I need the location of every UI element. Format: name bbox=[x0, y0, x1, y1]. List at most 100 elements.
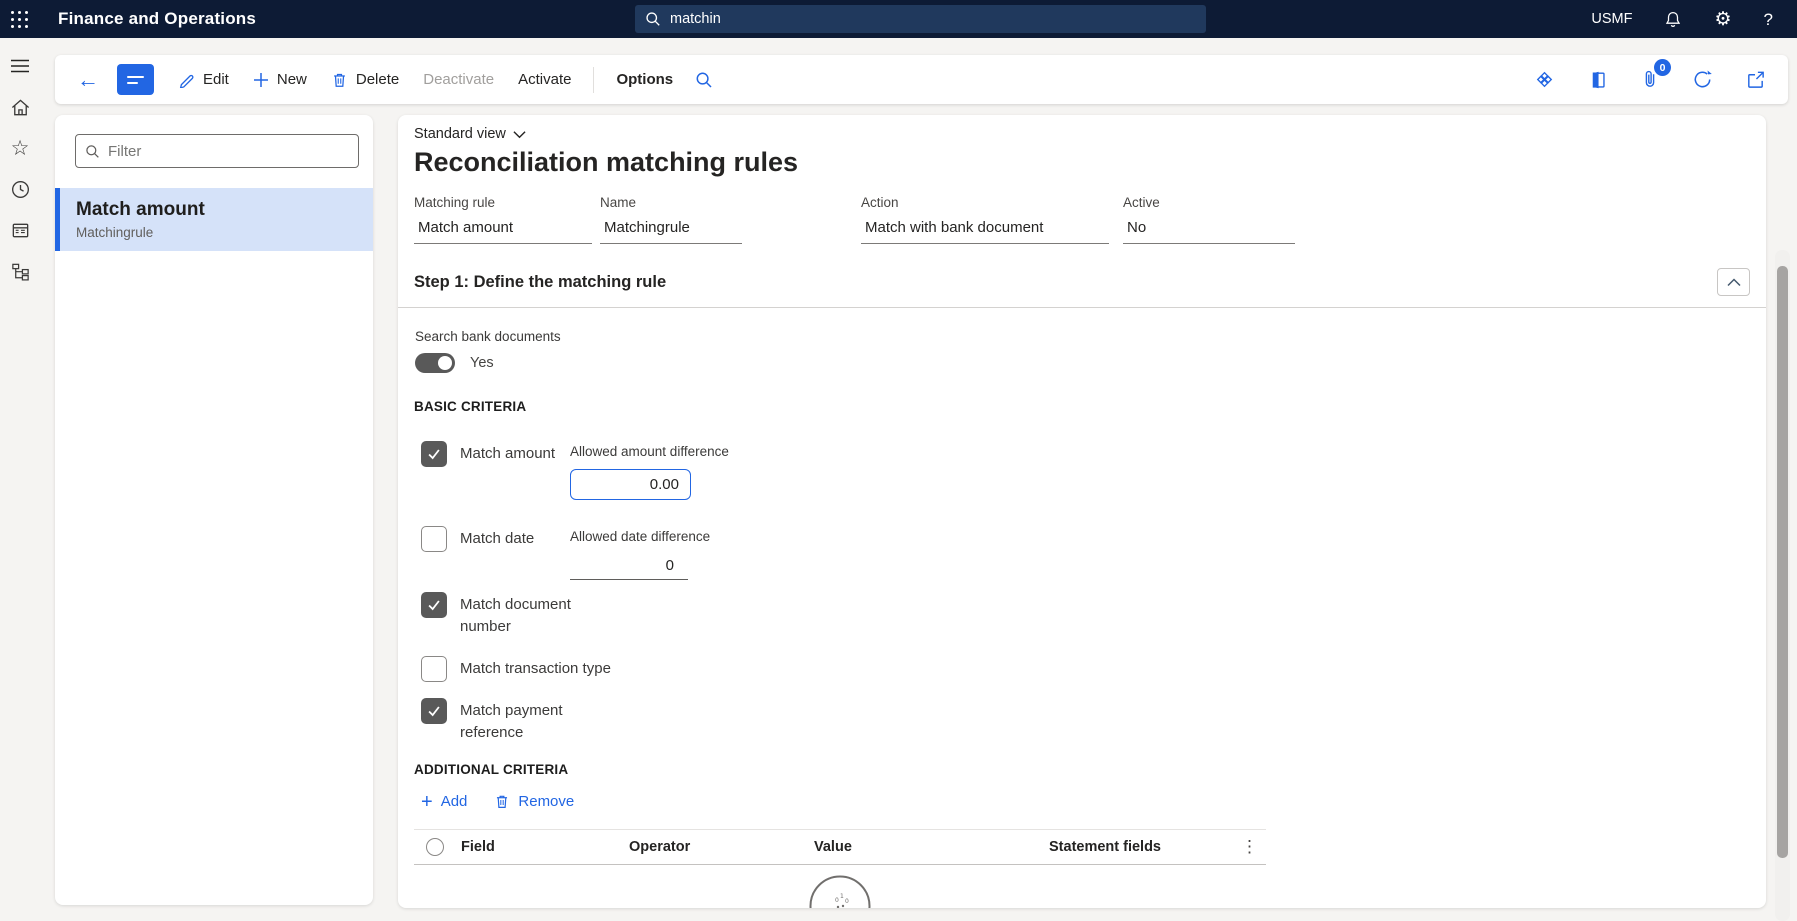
match-payment-reference-checkbox[interactable] bbox=[421, 698, 447, 724]
criterion-match-payment-reference: Match payment reference bbox=[414, 698, 1750, 744]
grid-options-dots-icon[interactable]: ⋮ bbox=[1233, 837, 1266, 857]
basic-criteria-heading: BASIC CRITERIA bbox=[414, 399, 1750, 414]
delete-button[interactable]: Delete bbox=[321, 64, 409, 96]
match-payment-reference-label: Match payment reference bbox=[460, 698, 563, 744]
record-list-panel: Match amount Matchingrule bbox=[55, 115, 373, 905]
company-selector[interactable]: USMF bbox=[1591, 11, 1632, 27]
edit-button[interactable]: Edit bbox=[168, 64, 239, 95]
trash-icon bbox=[494, 793, 510, 810]
grid-toolbar: + Add Remove bbox=[414, 793, 1750, 810]
activate-button[interactable]: Activate bbox=[508, 64, 581, 95]
criterion-match-document-number: Match document number bbox=[414, 592, 1750, 638]
match-date-checkbox[interactable] bbox=[421, 526, 447, 552]
list-item-title: Match amount bbox=[76, 199, 373, 221]
back-arrow-button[interactable]: ← bbox=[71, 67, 105, 93]
remove-row-button[interactable]: Remove bbox=[494, 793, 574, 810]
refresh-icon[interactable] bbox=[1689, 66, 1716, 93]
help-icon[interactable]: ? bbox=[1764, 11, 1773, 28]
list-item-match-amount[interactable]: Match amount Matchingrule bbox=[55, 188, 373, 251]
view-selector-label: Standard view bbox=[414, 126, 506, 142]
view-selector[interactable]: Standard view bbox=[414, 126, 526, 142]
chevron-up-icon bbox=[1727, 278, 1741, 287]
settings-gear-icon[interactable]: ⚙ bbox=[1714, 10, 1731, 29]
app-launcher-waffle-icon[interactable] bbox=[11, 11, 28, 28]
checkmark-icon bbox=[426, 703, 442, 719]
criterion-match-amount: Match amount Allowed amount difference bbox=[414, 441, 1750, 500]
open-in-new-window-icon[interactable] bbox=[1743, 67, 1768, 92]
add-row-button[interactable]: + Add bbox=[421, 793, 467, 810]
match-amount-checkbox[interactable] bbox=[421, 441, 447, 467]
power-apps-icon[interactable] bbox=[1531, 66, 1558, 93]
field-active: Active No bbox=[1123, 195, 1299, 244]
app-title: Finance and Operations bbox=[58, 9, 256, 29]
match-document-number-label: Match document number bbox=[460, 592, 571, 638]
allowed-amount-difference-label: Allowed amount difference bbox=[570, 441, 729, 459]
plus-icon: + bbox=[421, 795, 433, 809]
form-view-primary-button[interactable] bbox=[117, 64, 154, 95]
main-content-card: Standard view Reconciliation matching ru… bbox=[398, 115, 1766, 908]
select-all-radio[interactable] bbox=[426, 838, 444, 856]
plus-icon bbox=[253, 72, 269, 88]
empty-state-icon: 0 1 0 bbox=[808, 874, 872, 908]
menu-icon[interactable] bbox=[9, 55, 31, 77]
topbar-right-controls: USMF ⚙ ? bbox=[1591, 10, 1797, 29]
column-header-field[interactable]: Field bbox=[461, 839, 629, 855]
left-nav-rail: ☆ bbox=[0, 38, 40, 921]
attachments-count-badge: 0 bbox=[1654, 59, 1671, 76]
options-menu-button[interactable]: Options bbox=[606, 64, 683, 95]
field-active-value[interactable]: No bbox=[1123, 219, 1295, 244]
modules-hierarchy-icon[interactable] bbox=[9, 260, 31, 282]
toolbar-search-icon[interactable] bbox=[687, 65, 721, 95]
svg-text:1: 1 bbox=[840, 893, 844, 900]
header-fields-row: Matching rule Match amount Name Matching… bbox=[414, 195, 1750, 244]
search-bank-documents-toggle-row: Yes bbox=[414, 353, 1750, 373]
step1-section-title: Step 1: Define the matching rule bbox=[414, 273, 666, 292]
page-title: Reconciliation matching rules bbox=[414, 147, 1750, 178]
field-action-value[interactable]: Match with bank document bbox=[861, 219, 1109, 244]
global-search-box[interactable] bbox=[635, 5, 1206, 33]
workspace-form-icon[interactable] bbox=[9, 219, 31, 241]
chevron-down-icon bbox=[513, 130, 526, 139]
match-transaction-type-label: Match transaction type bbox=[460, 656, 611, 682]
allowed-amount-difference-group: Allowed amount difference bbox=[570, 441, 729, 500]
deactivate-button[interactable]: Deactivate bbox=[413, 64, 504, 95]
home-icon[interactable] bbox=[9, 96, 31, 118]
list-item-subtitle: Matchingrule bbox=[76, 225, 373, 240]
allowed-date-difference-input[interactable] bbox=[570, 555, 688, 580]
allowed-date-difference-group: Allowed date difference bbox=[570, 526, 710, 580]
vertical-scrollbar-thumb[interactable] bbox=[1777, 266, 1788, 858]
new-button[interactable]: New bbox=[243, 64, 317, 95]
pencil-icon bbox=[178, 71, 195, 88]
global-search-input[interactable] bbox=[670, 11, 1196, 27]
notifications-bell-icon[interactable] bbox=[1664, 10, 1682, 29]
field-matching-rule-value[interactable]: Match amount bbox=[414, 219, 592, 244]
attachments-paperclip-icon[interactable]: 0 bbox=[1638, 66, 1662, 93]
grid-empty-state: 0 1 0 bbox=[414, 874, 1266, 908]
favorites-star-icon[interactable]: ☆ bbox=[9, 137, 31, 159]
search-bank-documents-label: Search bank documents bbox=[414, 329, 1750, 344]
report-book-icon[interactable] bbox=[1585, 67, 1611, 93]
step1-section-body: Search bank documents Yes BASIC CRITERIA… bbox=[414, 329, 1750, 908]
toggle-value-label: Yes bbox=[470, 355, 494, 371]
column-header-value[interactable]: Value bbox=[814, 839, 1049, 855]
field-action: Action Match with bank document bbox=[861, 195, 1123, 244]
search-icon bbox=[645, 11, 661, 27]
action-bar: ← Edit New Delete Deactivate Activate Op… bbox=[55, 55, 1788, 104]
collapse-section-button[interactable] bbox=[1717, 268, 1750, 296]
step1-section-header: Step 1: Define the matching rule bbox=[398, 259, 1766, 308]
trash-icon bbox=[331, 71, 348, 89]
svg-text:0: 0 bbox=[845, 898, 849, 905]
match-document-number-checkbox[interactable] bbox=[421, 592, 447, 618]
list-filter-box[interactable] bbox=[75, 134, 359, 168]
criterion-match-transaction-type: Match transaction type bbox=[414, 656, 1750, 682]
field-name: Name Matchingrule bbox=[600, 195, 861, 244]
recent-clock-icon[interactable] bbox=[9, 178, 31, 200]
match-transaction-type-checkbox[interactable] bbox=[421, 656, 447, 682]
column-header-statement-fields[interactable]: Statement fields bbox=[1049, 839, 1233, 855]
allowed-amount-difference-input[interactable] bbox=[570, 469, 691, 500]
field-matching-rule: Matching rule Match amount bbox=[414, 195, 600, 244]
column-header-operator[interactable]: Operator bbox=[629, 839, 814, 855]
search-bank-documents-toggle[interactable] bbox=[415, 353, 455, 373]
field-name-value[interactable]: Matchingrule bbox=[600, 219, 742, 244]
list-filter-input[interactable] bbox=[108, 143, 349, 160]
